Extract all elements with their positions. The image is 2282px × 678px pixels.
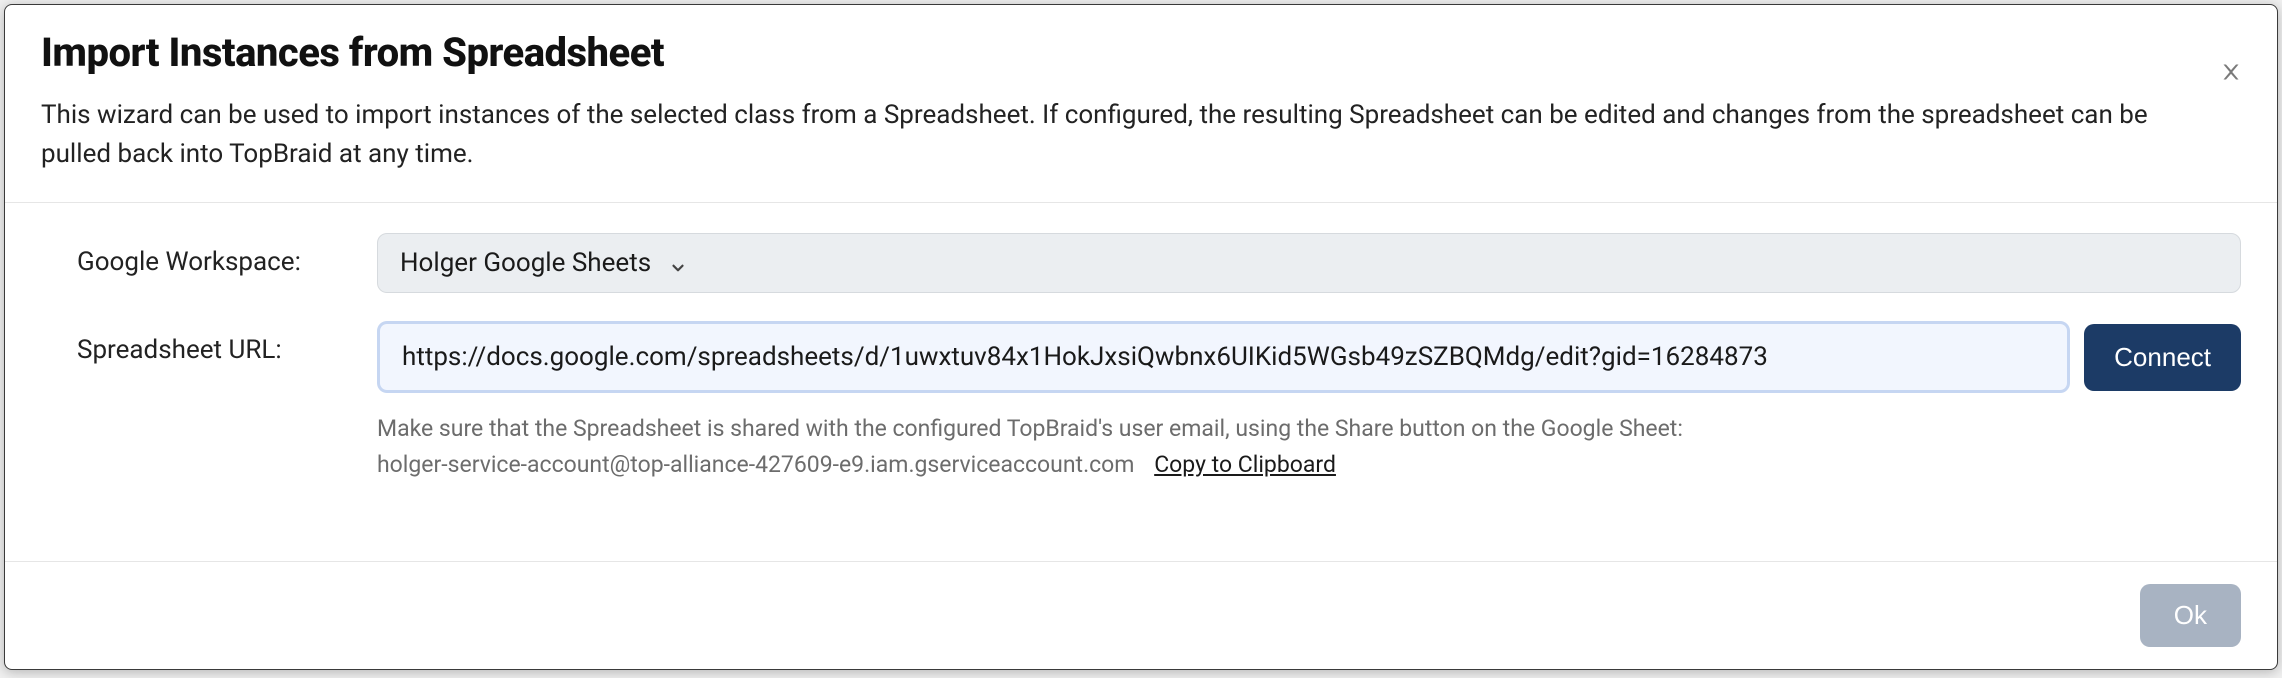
workspace-label: Google Workspace:: [77, 233, 377, 277]
workspace-selected-value: Holger Google Sheets: [400, 248, 651, 278]
copy-to-clipboard-link[interactable]: Copy to Clipboard: [1154, 451, 1336, 478]
dialog-body: Google Workspace: Holger Google Sheets S…: [5, 203, 2277, 562]
dialog-header: Import Instances from Spreadsheet This w…: [5, 5, 2277, 203]
ok-button[interactable]: Ok: [2140, 584, 2241, 647]
connect-button[interactable]: Connect: [2084, 324, 2241, 391]
url-row: Spreadsheet URL: Connect Make sure that …: [77, 321, 2241, 482]
close-button[interactable]: [2217, 59, 2245, 87]
dialog-footer: Ok: [5, 562, 2277, 669]
share-hint: Make sure that the Spreadsheet is shared…: [377, 411, 2241, 482]
spreadsheet-url-input[interactable]: [377, 321, 2070, 393]
close-icon: [2221, 56, 2241, 89]
dialog-title: Import Instances from Spreadsheet: [41, 29, 2241, 76]
workspace-select[interactable]: Holger Google Sheets: [377, 233, 2241, 293]
hint-text: Make sure that the Spreadsheet is shared…: [377, 415, 1683, 442]
service-account-email: holger-service-account@top-alliance-4276…: [377, 451, 1134, 478]
workspace-row: Google Workspace: Holger Google Sheets: [77, 233, 2241, 293]
chevron-down-icon: [669, 254, 687, 272]
url-label: Spreadsheet URL:: [77, 321, 377, 365]
import-dialog: Import Instances from Spreadsheet This w…: [4, 4, 2278, 670]
dialog-subtitle: This wizard can be used to import instan…: [41, 96, 2191, 174]
